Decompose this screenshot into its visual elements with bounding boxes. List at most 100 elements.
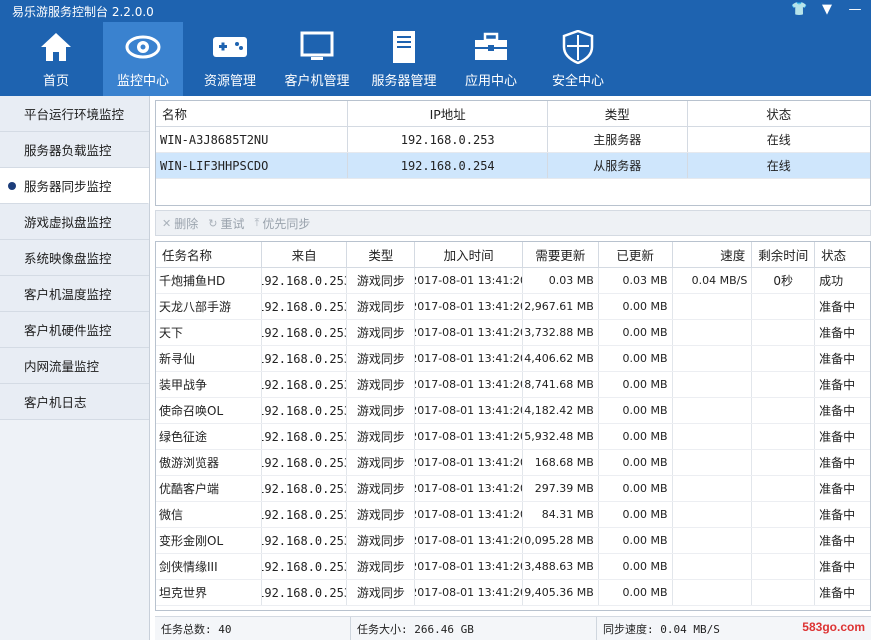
skin-icon[interactable]: 👕 (791, 2, 807, 18)
delete-button[interactable]: ✕ 删除 (162, 215, 198, 232)
task-from-cell: 192.168.0.253 (262, 554, 348, 579)
sidebar-item-server-sync[interactable]: 服务器同步监控 (0, 168, 149, 204)
column-header-need[interactable]: 需要更新 (523, 242, 599, 267)
task-need-cell: 23,488.63 MB (523, 554, 599, 579)
task-from-cell: 192.168.0.253 (262, 398, 348, 423)
task-remain-cell: 0秒 (752, 268, 816, 293)
column-header-speed[interactable]: 速度 (673, 242, 753, 267)
column-header-done[interactable]: 已更新 (599, 242, 673, 267)
table-row[interactable]: 绿色征途 192.168.0.253 游戏同步 2017-08-01 13:41:20… (156, 424, 870, 450)
column-header-name[interactable]: 名称 (156, 101, 349, 126)
task-remain-cell (752, 294, 816, 319)
task-speed-cell (673, 502, 753, 527)
table-row[interactable]: 变形金刚OL 192.168.0.253 游戏同步 2017-08-01 13:41:… (156, 528, 870, 554)
nav-resources[interactable]: 资源管理 (190, 22, 270, 96)
table-row[interactable]: 傲游浏览器 192.168.0.253 游戏同步 2017-08-01 13:41:2… (156, 450, 870, 476)
task-state-cell: 准备中 (819, 430, 856, 444)
column-header-task-name[interactable]: 任务名称 (156, 242, 262, 267)
task-time-cell: 2017-08-01 13:41:20 (415, 346, 523, 371)
arrow-up-icon: ⤒ (254, 216, 260, 229)
table-row[interactable]: 使命召唤OL 192.168.0.253 游戏同步 2017-08-01 13:41:… (156, 398, 870, 424)
task-from-cell: 192.168.0.253 (262, 424, 348, 449)
menu-dropdown-icon[interactable]: ▼ (819, 2, 835, 18)
task-rows: 千炮捕鱼HD 192.168.0.253 游戏同步 2017-08-01 13:41:… (156, 268, 870, 606)
table-row[interactable]: WIN-A3J8685T2NU 192.168.0.253 主服务器 在线 (156, 127, 870, 153)
task-from-cell: 192.168.0.253 (262, 502, 348, 527)
task-time-cell: 2017-08-01 13:41:20 (415, 450, 523, 475)
nav-monitor[interactable]: 监控中心 (103, 22, 183, 96)
sidebar-item-client-log[interactable]: 客户机日志 (0, 384, 149, 420)
sidebar-item-server-load[interactable]: 服务器负载监控 (0, 132, 149, 168)
column-header-state[interactable]: 状态 (688, 101, 870, 126)
sidebar-item-label: 客户机硬件监控 (24, 323, 112, 338)
priority-sync-button[interactable]: ⤒ 优先同步 (254, 215, 310, 232)
table-row[interactable]: 新寻仙 192.168.0.253 游戏同步 2017-08-01 13:41:20 4… (156, 346, 870, 372)
retry-button[interactable]: ↻ 重试 (208, 215, 244, 232)
task-name-cell: 天下 (156, 320, 262, 345)
task-done-cell: 0.00 MB (599, 554, 673, 579)
shield-icon (560, 30, 596, 64)
nav-home[interactable]: 首页 (16, 22, 96, 96)
task-speed-cell (673, 294, 753, 319)
column-header-time[interactable]: 加入时间 (415, 242, 523, 267)
task-need-cell: 29,405.36 MB (523, 580, 599, 605)
nav-servers[interactable]: 服务器管理 (364, 22, 444, 96)
task-done-cell: 0.00 MB (599, 528, 673, 553)
task-name-cell: 优酷客户端 (156, 476, 262, 501)
column-header-from[interactable]: 来自 (262, 242, 348, 267)
table-row[interactable]: 优酷客户端 192.168.0.253 游戏同步 2017-08-01 13:41:2… (156, 476, 870, 502)
eye-icon (125, 30, 161, 64)
task-done-cell: 0.00 MB (599, 320, 673, 345)
task-remain-cell (752, 450, 816, 475)
task-speed-cell (673, 528, 753, 553)
sidebar-item-platform-env[interactable]: 平台运行环境监控 (0, 96, 149, 132)
table-row[interactable]: 坦克世界 192.168.0.253 游戏同步 2017-08-01 13:41:20… (156, 580, 870, 606)
table-row[interactable]: 天下 192.168.0.253 游戏同步 2017-08-01 13:41:20 3,… (156, 320, 870, 346)
sync-speed: 同步速度: 0.04 MB/S (603, 622, 720, 636)
table-row[interactable]: 千炮捕鱼HD 192.168.0.253 游戏同步 2017-08-01 13:41:… (156, 268, 870, 294)
task-count: 任务总数: 40 (155, 616, 351, 640)
task-type-cell: 游戏同步 (347, 346, 416, 371)
task-need-cell: 10,095.28 MB (523, 528, 599, 553)
task-state-cell: 准备中 (819, 508, 856, 522)
task-name-cell: 天龙八部手游 (156, 294, 262, 319)
nav-clients[interactable]: 客户机管理 (277, 22, 357, 96)
task-need-cell: 18,741.68 MB (523, 372, 599, 397)
table-row[interactable]: 装甲战争 192.168.0.253 游戏同步 2017-08-01 13:41:20… (156, 372, 870, 398)
task-done-cell: 0.00 MB (599, 346, 673, 371)
column-header-remain[interactable]: 剩余时间 (752, 242, 816, 267)
column-header-ip[interactable]: IP地址 (348, 101, 548, 126)
nav-apps[interactable]: 应用中心 (451, 22, 531, 96)
sidebar-item-label: 服务器同步监控 (24, 179, 112, 194)
task-size: 任务大小: 266.46 GB (351, 616, 597, 640)
minimize-icon[interactable]: — (847, 2, 863, 18)
task-remain-cell (752, 372, 816, 397)
task-name-cell: 坦克世界 (156, 580, 262, 605)
task-speed-cell (673, 372, 753, 397)
task-remain-cell (752, 528, 816, 553)
task-state-cell: 准备中 (819, 352, 856, 366)
gamepad-icon (212, 30, 248, 64)
task-time-cell: 2017-08-01 13:41:20 (415, 502, 523, 527)
home-icon (38, 30, 74, 64)
column-header-state[interactable]: 状态 (815, 242, 870, 267)
nav-security[interactable]: 安全中心 (538, 22, 618, 96)
server-name-cell: WIN-LIF3HHPSCDO (156, 153, 349, 178)
task-speed-cell (673, 554, 753, 579)
table-row[interactable]: 天龙八部手游 192.168.0.253 游戏同步 2017-08-01 13:41:… (156, 294, 870, 320)
sidebar-item-client-hardware[interactable]: 客户机硬件监控 (0, 312, 149, 348)
column-header-type[interactable]: 类型 (548, 101, 688, 126)
app-title: 易乐游服务控制台 2.2.0.0 (12, 5, 154, 19)
sidebar-item-lan-traffic[interactable]: 内网流量监控 (0, 348, 149, 384)
task-speed-cell (673, 450, 753, 475)
table-row[interactable]: 微信 192.168.0.253 游戏同步 2017-08-01 13:41:20 84… (156, 502, 870, 528)
sidebar-item-game-vdisk[interactable]: 游戏虚拟盘监控 (0, 204, 149, 240)
sidebar-item-system-image[interactable]: 系统映像盘监控 (0, 240, 149, 276)
task-time-cell: 2017-08-01 13:41:20 (415, 268, 523, 293)
task-speed-cell (673, 398, 753, 423)
table-row[interactable]: WIN-LIF3HHPSCDO 192.168.0.254 从服务器 在线 (156, 153, 870, 179)
sidebar-item-client-temp[interactable]: 客户机温度监控 (0, 276, 149, 312)
column-header-type[interactable]: 类型 (347, 242, 416, 267)
task-done-cell: 0.00 MB (599, 450, 673, 475)
table-row[interactable]: 剑侠情缘III 192.168.0.253 游戏同步 2017-08-01 13:41… (156, 554, 870, 580)
